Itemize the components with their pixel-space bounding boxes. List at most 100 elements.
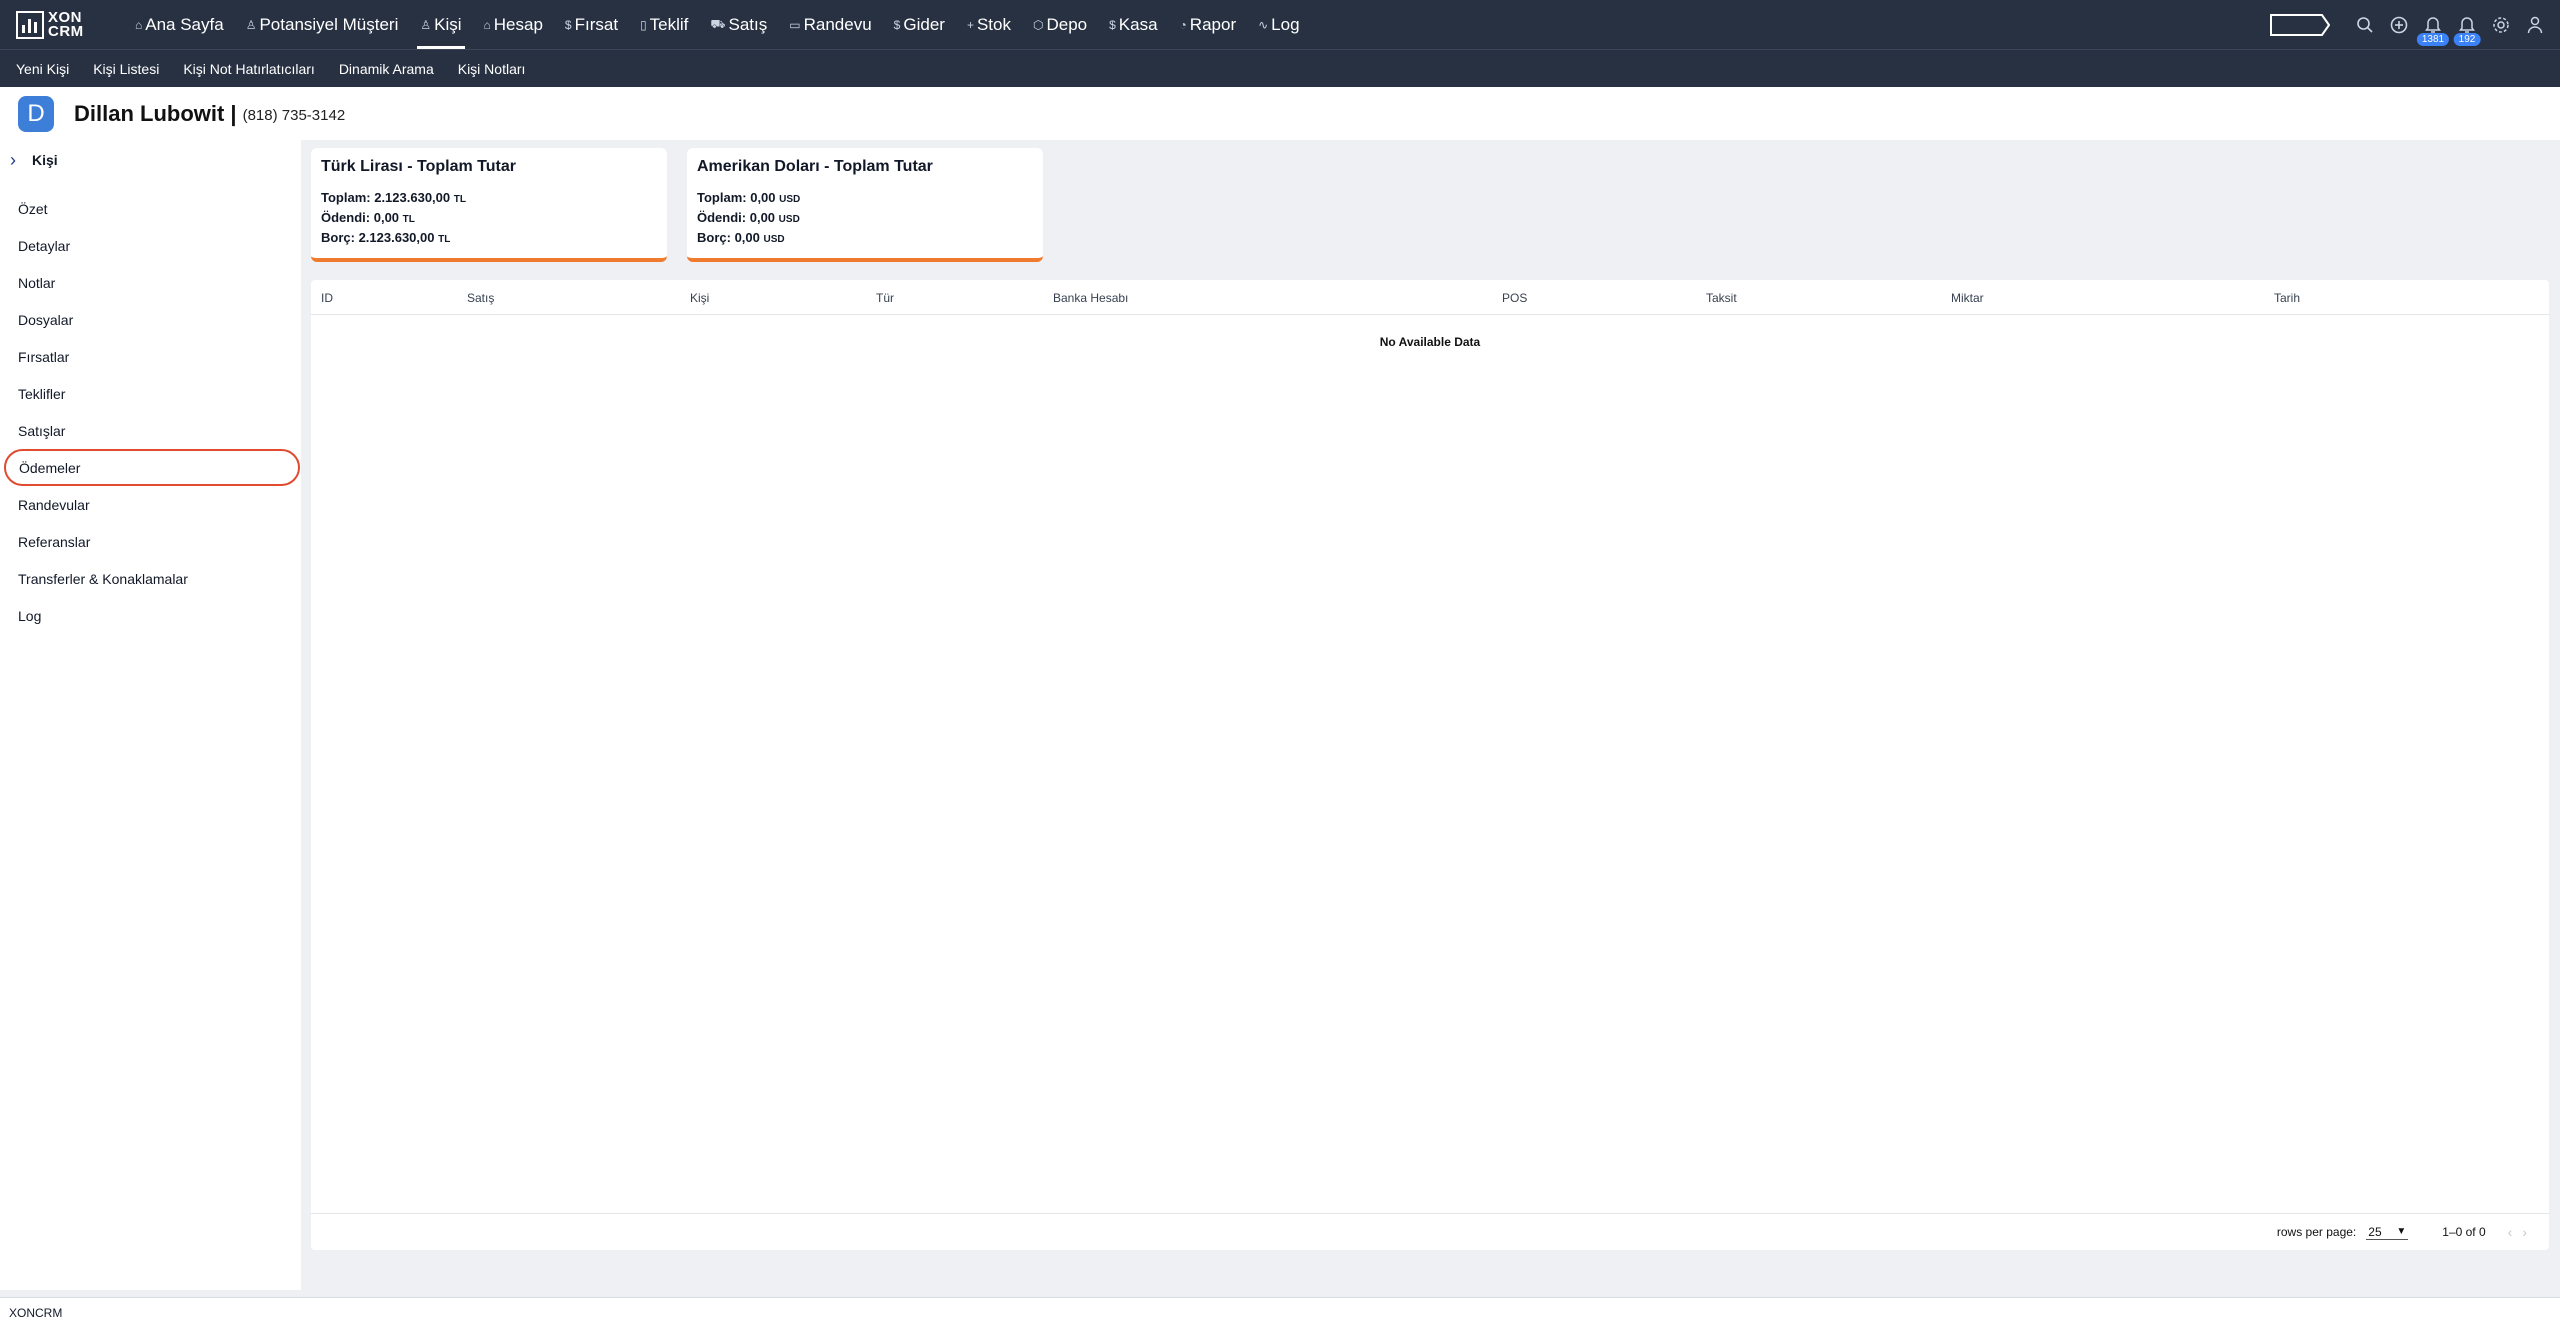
main-nav: ⌂ Ana Sayfa ♙ Potansiyel Müşteri ♙ Kişi ⌂ Hesap… bbox=[124, 0, 1311, 49]
card-try-total: Türk Lirası - Toplam Tutar Toplam: 2.123… bbox=[311, 148, 667, 262]
card-paid-line: Ödendi: 0,00 USD bbox=[697, 210, 800, 225]
subnav-item-0[interactable]: Yeni Kişi bbox=[8, 61, 77, 77]
top-navbar: XON CRM ⌂ Ana Sayfa ♙ Potansiyel Müşteri ♙ Kiş… bbox=[0, 0, 2560, 49]
nav-item-label: Gider bbox=[903, 14, 945, 34]
arrow-tag-icon[interactable] bbox=[2270, 13, 2330, 36]
sidebar-header[interactable]: › Kişi bbox=[0, 140, 301, 180]
sidebar-item-7[interactable]: Ödemeler bbox=[4, 449, 300, 486]
nav-item-label: Satış bbox=[728, 14, 768, 34]
nav-item-13[interactable]: ∿ Log bbox=[1247, 0, 1310, 49]
sidebar-item-6[interactable]: Satışlar bbox=[0, 412, 301, 449]
chevron-left-icon[interactable]: ‹ bbox=[2508, 1224, 2523, 1240]
app-logo[interactable]: XON CRM bbox=[16, 7, 102, 43]
home-icon: ⌂ bbox=[135, 17, 143, 32]
dollar-icon: $ bbox=[893, 17, 901, 32]
sidebar-item-9[interactable]: Referanslar bbox=[0, 523, 301, 560]
nav-item-label: Ana Sayfa bbox=[145, 14, 224, 34]
subnav-item-1[interactable]: Kişi Listesi bbox=[85, 61, 167, 77]
user-icon: ♙ bbox=[245, 17, 257, 32]
sidebar-item-2[interactable]: Notlar bbox=[0, 264, 301, 301]
sidebar-item-8[interactable]: Randevular bbox=[0, 486, 301, 523]
dollar-icon: $ bbox=[564, 17, 572, 32]
card-paid-line: Ödendi: 0,00 TL bbox=[321, 210, 415, 225]
chart-icon: ◔ bbox=[1179, 17, 1187, 32]
column-header-bank-account[interactable]: Banka Hesabı bbox=[1053, 291, 1128, 305]
nav-item-3[interactable]: ⌂ Hesap bbox=[473, 0, 554, 49]
top-right-tools: 1381 192 bbox=[2270, 0, 2560, 49]
column-header-sale[interactable]: Satış bbox=[467, 291, 494, 305]
users-icon: ♙ bbox=[420, 17, 432, 32]
card-title: Amerikan Doları - Toplam Tutar bbox=[697, 158, 933, 175]
cart-icon: ⛟ bbox=[710, 16, 726, 31]
calendar-icon: ▭ bbox=[789, 17, 801, 32]
nav-item-2[interactable]: ♙ Kişi bbox=[409, 0, 472, 49]
nav-item-6[interactable]: ⛟ Satış bbox=[699, 0, 778, 49]
sidebar-item-10[interactable]: Transferler & Konaklamalar bbox=[0, 560, 301, 597]
chevron-right-icon[interactable]: › bbox=[10, 150, 16, 171]
plus-icon: + bbox=[966, 17, 974, 32]
nav-item-11[interactable]: $ Kasa bbox=[1098, 0, 1168, 49]
caret-down-icon: ▼ bbox=[2396, 1226, 2407, 1237]
nav-item-4[interactable]: $ Fırsat bbox=[554, 0, 629, 49]
logo-chart-icon bbox=[16, 10, 44, 39]
notification-bell-icon[interactable]: 1381 bbox=[2416, 0, 2450, 49]
nav-item-8[interactable]: $ Gider bbox=[883, 0, 956, 49]
pagination-range: 1–0 of 0 bbox=[2442, 1225, 2486, 1239]
column-header-person[interactable]: Kişi bbox=[690, 291, 709, 305]
sidebar-item-1[interactable]: Detaylar bbox=[0, 227, 301, 264]
activity-icon: ∿ bbox=[1258, 17, 1269, 32]
sidebar-menu: Özet Detaylar Notlar Dosyalar Fırsatlar Tekli… bbox=[0, 190, 301, 634]
nav-item-5[interactable]: ▯ Teklif bbox=[629, 0, 699, 49]
rows-per-page-select[interactable]: 25 ▼ bbox=[2366, 1224, 2409, 1240]
bank-icon: ⌂ bbox=[483, 17, 491, 32]
column-header-date[interactable]: Tarih bbox=[2274, 291, 2300, 305]
card-total-line: Toplam: 0,00 USD bbox=[697, 190, 801, 205]
empty-state-text: No Available Data bbox=[1379, 335, 1481, 349]
nav-item-9[interactable]: + Stok bbox=[956, 0, 1022, 49]
nav-item-label: Randevu bbox=[803, 14, 872, 34]
nav-item-label: Hesap bbox=[493, 14, 543, 34]
column-header-pos[interactable]: POS bbox=[1502, 291, 1527, 305]
settings-gear-icon[interactable] bbox=[2484, 0, 2518, 49]
subnav-item-4[interactable]: Kişi Notları bbox=[450, 61, 534, 77]
table-header: ID Satış Kişi Tür Banka Hesabı POS Taksi… bbox=[311, 280, 2549, 315]
nav-item-label: Fırsat bbox=[574, 14, 619, 34]
nav-item-label: Kasa bbox=[1118, 14, 1158, 34]
nav-item-label: Log bbox=[1271, 14, 1300, 34]
subnav-item-3[interactable]: Dinamik Arama bbox=[331, 61, 442, 77]
nav-item-0[interactable]: ⌂ Ana Sayfa bbox=[124, 0, 235, 49]
subnav-item-2[interactable]: Kişi Not Hatırlatıcıları bbox=[175, 61, 322, 77]
sidebar-item-11[interactable]: Log bbox=[0, 597, 301, 634]
footer-text: XONCRM bbox=[9, 1306, 63, 1320]
card-total-line: Toplam: 2.123.630,00 TL bbox=[321, 190, 466, 205]
column-header-type[interactable]: Tür bbox=[876, 291, 894, 305]
card-debt-line: Borç: 2.123.630,00 TL bbox=[321, 230, 451, 245]
nav-item-1[interactable]: ♙ Potansiyel Müşteri bbox=[235, 0, 410, 49]
column-header-installment[interactable]: Taksit bbox=[1706, 291, 1737, 305]
search-icon[interactable] bbox=[2348, 0, 2382, 49]
rows-per-page-value: 25 bbox=[2368, 1224, 2382, 1239]
nav-item-10[interactable]: ⬡ Depo bbox=[1022, 0, 1098, 49]
reminder-bell-icon[interactable]: 192 bbox=[2450, 0, 2484, 49]
nav-item-label: Rapor bbox=[1189, 14, 1237, 34]
column-header-id[interactable]: ID bbox=[321, 291, 333, 305]
sidebar-item-3[interactable]: Dosyalar bbox=[0, 301, 301, 338]
sidebar-item-5[interactable]: Teklifler bbox=[0, 375, 301, 412]
sidebar-item-4[interactable]: Fırsatlar bbox=[0, 338, 301, 375]
notification-count-badge: 1381 bbox=[2416, 33, 2450, 46]
contact-sidebar: › Kişi Özet Detaylar Notlar Dosyalar Fırsatl… bbox=[0, 140, 301, 1290]
nav-item-label: Stok bbox=[976, 14, 1011, 34]
nav-item-12[interactable]: ◔ Rapor bbox=[1169, 0, 1248, 49]
table-pagination: rows per page: 25 ▼ 1–0 of 0 ‹› bbox=[311, 1213, 2549, 1250]
contact-header: D Dillan Lubowit | (818) 735-3142 bbox=[0, 87, 2560, 140]
contact-name: Dillan Lubowit | bbox=[74, 100, 237, 126]
nav-item-7[interactable]: ▭ Randevu bbox=[778, 0, 882, 49]
column-header-amount[interactable]: Miktar bbox=[1951, 291, 1984, 305]
rows-per-page-label: rows per page: bbox=[2276, 1225, 2357, 1239]
sidebar-item-0[interactable]: Özet bbox=[0, 190, 301, 227]
add-circle-icon[interactable] bbox=[2382, 0, 2416, 49]
avatar: D bbox=[18, 95, 54, 132]
chevron-right-icon[interactable]: › bbox=[2522, 1224, 2537, 1240]
payments-table: ID Satış Kişi Tür Banka Hesabı POS Taksi… bbox=[311, 280, 2549, 1250]
user-profile-icon[interactable] bbox=[2518, 0, 2552, 49]
